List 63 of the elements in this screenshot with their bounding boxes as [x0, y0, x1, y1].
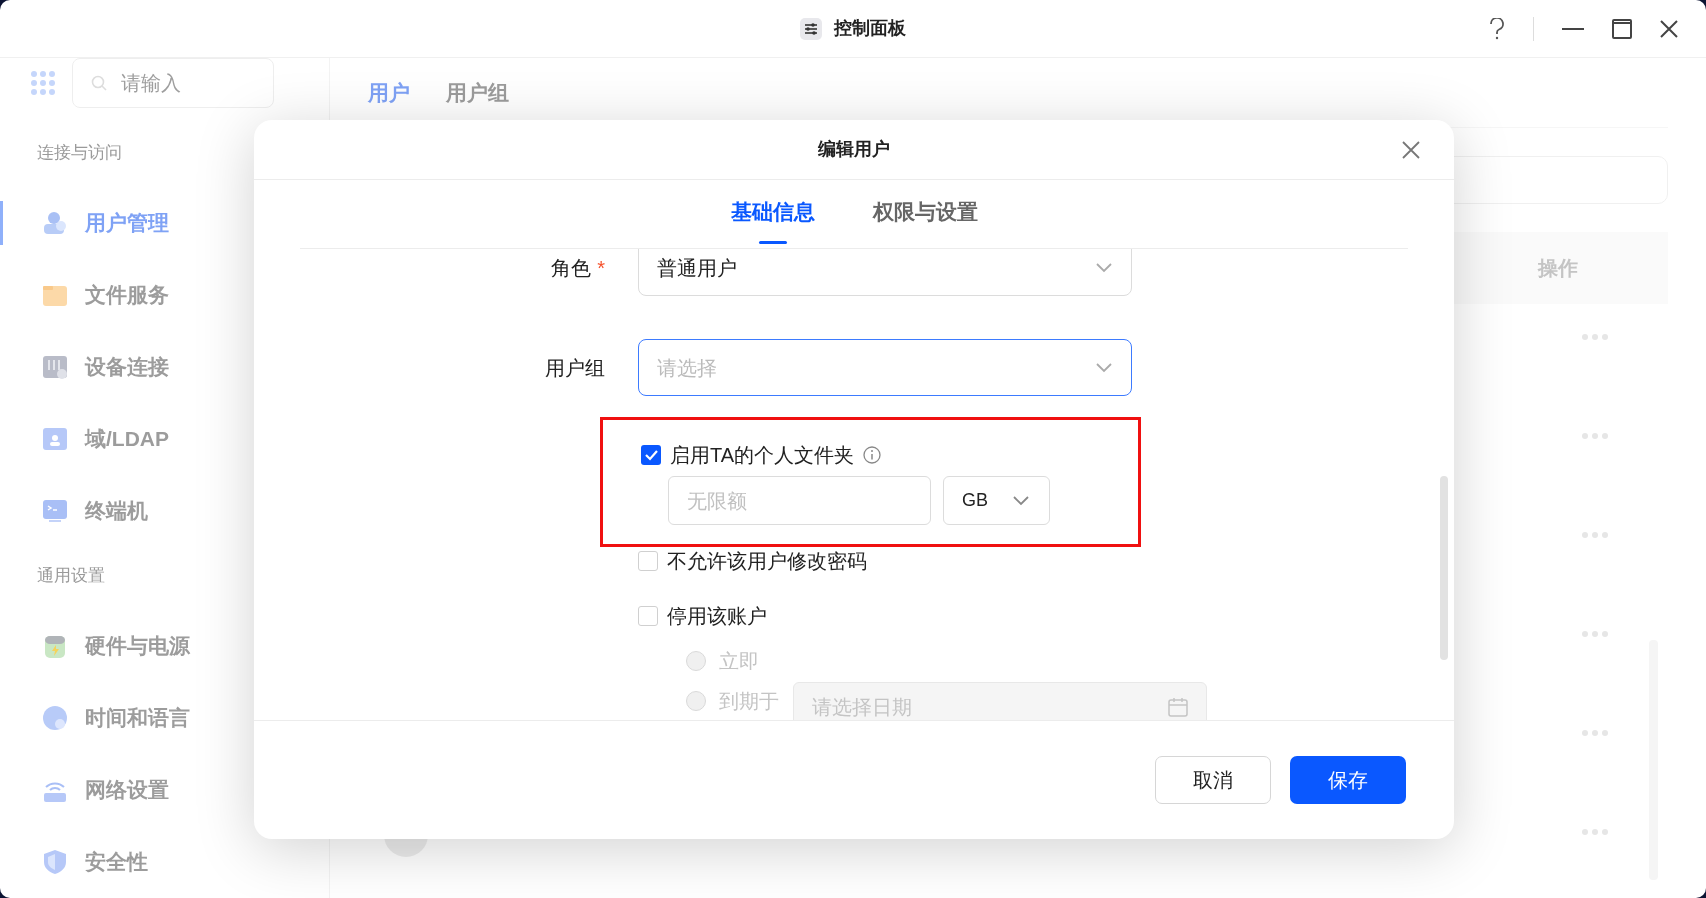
- checkbox[interactable]: [638, 606, 658, 626]
- chevron-down-icon: [1095, 362, 1113, 373]
- more-icon[interactable]: [1582, 730, 1608, 736]
- sidebar-item[interactable]: 硬件与电源: [0, 610, 329, 682]
- sidebar-item[interactable]: 时间和语言: [0, 682, 329, 754]
- checkbox-label: 启用TA的个人文件夹: [670, 443, 855, 468]
- checkbox-label: 不允许该用户修改密码: [667, 549, 867, 574]
- item-icon: [42, 210, 68, 236]
- calendar-icon: [1168, 697, 1188, 717]
- sidebar-item[interactable]: 设备连接: [0, 331, 329, 403]
- dialog-title: 编辑用户: [818, 138, 890, 161]
- item-icon: [42, 849, 68, 875]
- chevron-down-icon: [1012, 495, 1030, 506]
- section-heading: 通用设置: [37, 564, 105, 587]
- apps-grid-icon[interactable]: [31, 71, 55, 95]
- chevron-down-icon: [1095, 262, 1113, 273]
- item-icon: [42, 633, 68, 659]
- item-icon: [42, 705, 68, 731]
- item-icon: [42, 426, 68, 452]
- more-icon[interactable]: [1582, 334, 1608, 340]
- sidebar-item[interactable]: 域/LDAP: [0, 403, 329, 475]
- more-icon[interactable]: [1582, 532, 1608, 538]
- help-icon[interactable]: [1489, 18, 1505, 40]
- tab[interactable]: 基础信息: [730, 190, 815, 248]
- maximize-icon[interactable]: [1612, 19, 1632, 39]
- radio-label: 到期于: [719, 689, 779, 714]
- select-field[interactable]: 普通用户: [638, 249, 1132, 296]
- sidebar-item[interactable]: 文件服务: [0, 259, 329, 331]
- search-field[interactable]: 请输入: [72, 58, 274, 108]
- sidebar-item[interactable]: 网络设置: [0, 754, 329, 826]
- checkbox[interactable]: [641, 445, 661, 465]
- minimize-icon[interactable]: [1562, 27, 1584, 31]
- item-icon: [42, 354, 68, 380]
- tab[interactable]: 权限与设置: [872, 190, 978, 248]
- field-label: 角色: [551, 255, 592, 281]
- more-icon[interactable]: [1582, 829, 1608, 835]
- save-button[interactable]: 保存: [1290, 756, 1406, 804]
- sidebar-item[interactable]: 安全性: [0, 826, 329, 898]
- check-icon: [644, 448, 658, 462]
- quota-field[interactable]: 无限额: [668, 476, 931, 525]
- sidebar-item[interactable]: 用户管理: [0, 187, 329, 259]
- unit-select[interactable]: GB: [943, 476, 1050, 525]
- sidebar-item[interactable]: 终端机: [0, 475, 329, 547]
- item-icon: [42, 498, 68, 524]
- info-icon[interactable]: [863, 446, 882, 464]
- search-icon: [91, 75, 107, 91]
- cancel-button[interactable]: 取消: [1155, 756, 1271, 804]
- more-icon[interactable]: [1582, 433, 1608, 439]
- tab[interactable]: 用户组: [446, 76, 509, 109]
- close-icon[interactable]: [1402, 141, 1420, 159]
- radio-label: 立即: [719, 649, 759, 674]
- sliders-icon: [800, 17, 822, 40]
- checkbox-label: 停用该账户: [667, 604, 767, 629]
- window-title: 控制面板: [834, 17, 906, 40]
- checkbox[interactable]: [638, 551, 658, 571]
- required-mark: *: [597, 255, 605, 281]
- section-heading: 连接与访问: [37, 141, 122, 164]
- tab[interactable]: 用户: [368, 76, 410, 109]
- scrollbar[interactable]: [1440, 476, 1448, 660]
- field-label: 用户组: [545, 355, 605, 381]
- more-icon[interactable]: [1582, 631, 1608, 637]
- close-icon[interactable]: [1660, 20, 1678, 38]
- select-field[interactable]: 请选择: [638, 339, 1132, 396]
